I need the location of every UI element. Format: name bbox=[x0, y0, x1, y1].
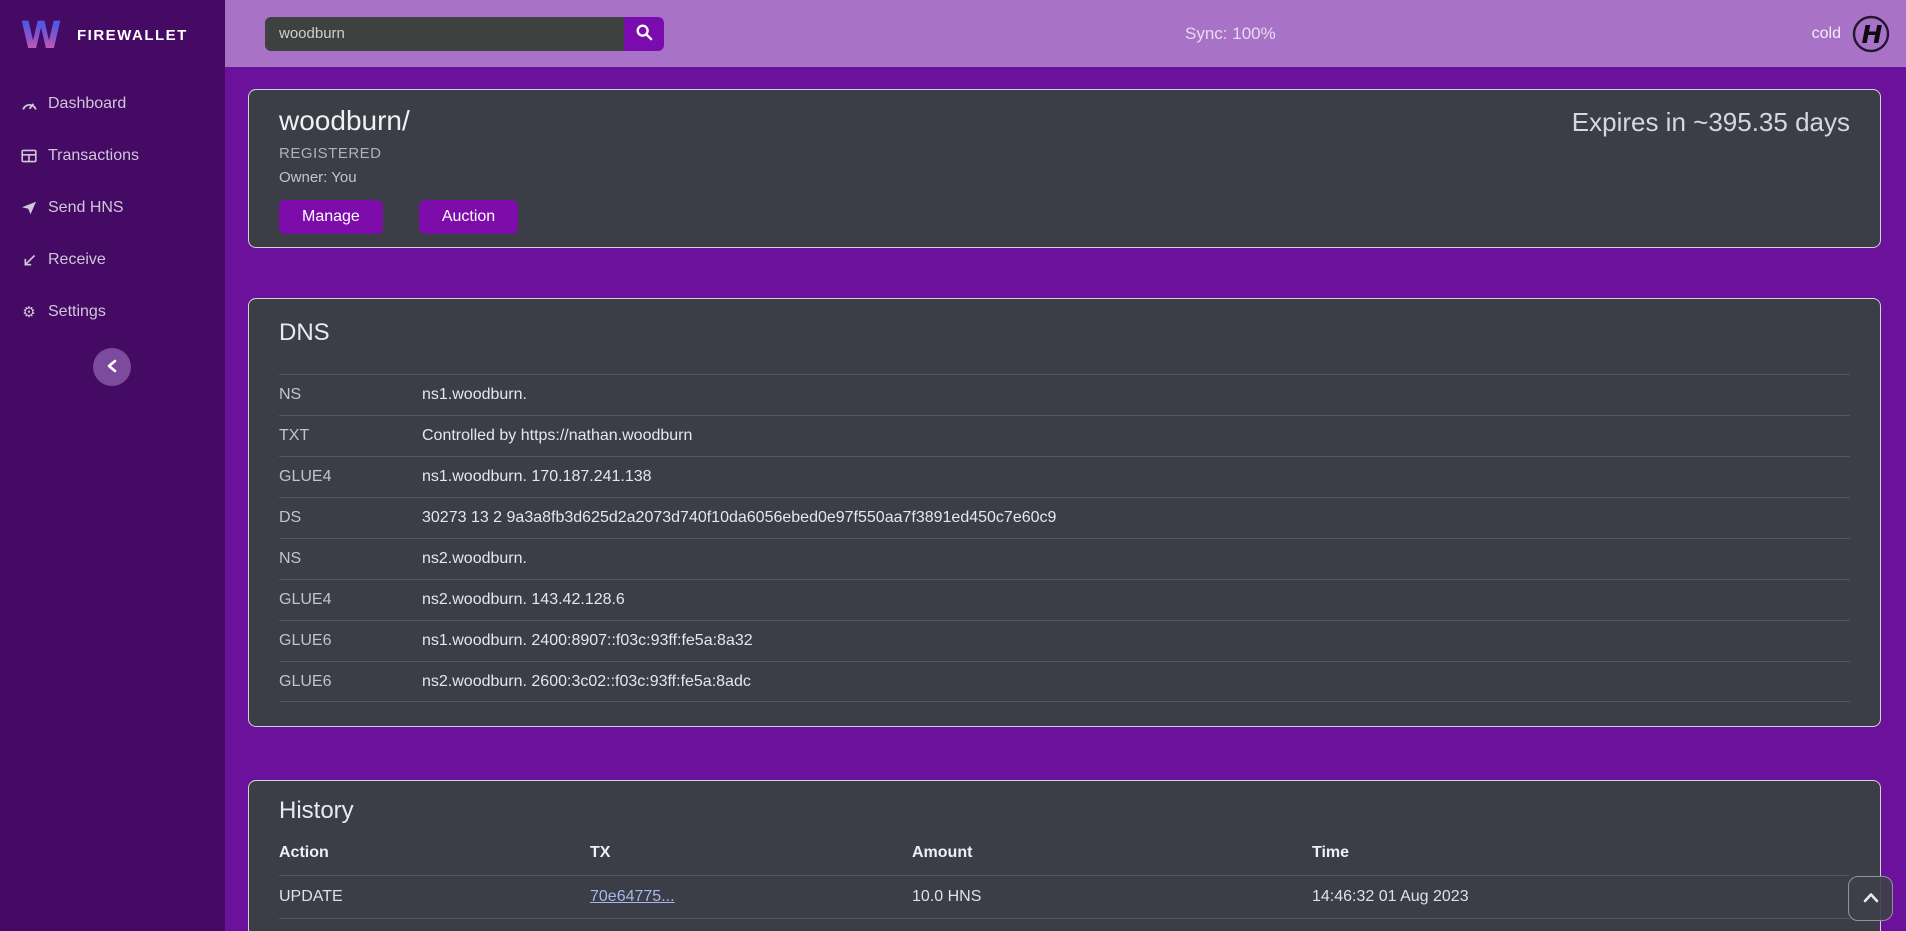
search-button[interactable] bbox=[624, 17, 664, 51]
dns-record-type: DS bbox=[279, 509, 422, 527]
sidebar-item-label: Send HNS bbox=[48, 199, 124, 217]
dns-record-value: 30273 13 2 9a3a8fb3d625d2a2073d740f10da6… bbox=[422, 509, 1056, 527]
sidebar-item-settings[interactable]: ⚙ Settings bbox=[0, 293, 225, 331]
domain-owner: Owner: You bbox=[279, 169, 1850, 186]
auction-button[interactable]: Auction bbox=[419, 200, 518, 234]
dns-record-row: TXT Controlled by https://nathan.woodbur… bbox=[279, 415, 1850, 456]
dns-record-type: TXT bbox=[279, 427, 422, 445]
firewallet-logo-icon: W bbox=[18, 13, 64, 58]
dns-record-value: ns1.woodburn. 170.187.241.138 bbox=[422, 468, 652, 486]
sidebar-item-send-hns[interactable]: Send HNS bbox=[0, 189, 225, 227]
history-row: UPDATE 70e64775... 10.0 HNS 14:46:32 01 … bbox=[279, 875, 1850, 918]
dns-table: NS ns1.woodburn. TXT Controlled by https… bbox=[279, 374, 1850, 702]
search-group bbox=[265, 17, 664, 51]
sidebar-collapse-button[interactable] bbox=[93, 348, 131, 386]
sidebar: W FIREWALLET Dashboard Transact bbox=[0, 0, 225, 931]
domain-status: REGISTERED bbox=[279, 145, 1850, 162]
dns-record-row: NS ns1.woodburn. bbox=[279, 374, 1850, 415]
sidebar-nav: Dashboard Transactions Send HNS bbox=[0, 85, 225, 331]
dns-record-type: NS bbox=[279, 386, 422, 404]
handshake-icon[interactable]: H bbox=[1852, 15, 1890, 53]
sync-status: Sync: 100% bbox=[1185, 24, 1276, 44]
sidebar-item-label: Transactions bbox=[48, 147, 139, 165]
gauge-icon bbox=[20, 95, 38, 113]
dns-title: DNS bbox=[279, 319, 1850, 347]
main-content: woodburn/ Expires in ~395.35 days REGIST… bbox=[225, 67, 1906, 931]
wallet-name: cold bbox=[1812, 25, 1841, 43]
gear-icon: ⚙ bbox=[20, 303, 38, 321]
chevron-up-icon bbox=[1863, 891, 1879, 906]
history-col-time: Time bbox=[1312, 844, 1850, 862]
scroll-to-top-button[interactable] bbox=[1848, 876, 1893, 921]
dns-record-value: ns1.woodburn. bbox=[422, 386, 527, 404]
dns-record-row: GLUE4 ns2.woodburn. 143.42.128.6 bbox=[279, 579, 1850, 620]
brand[interactable]: W FIREWALLET bbox=[0, 0, 225, 67]
wallet-group: cold H bbox=[1812, 15, 1890, 53]
search-input[interactable] bbox=[265, 17, 624, 51]
domain-expiry: Expires in ~395.35 days bbox=[1572, 107, 1850, 138]
history-col-tx: TX bbox=[590, 844, 912, 862]
manage-button[interactable]: Manage bbox=[279, 200, 383, 234]
dns-record-type: GLUE4 bbox=[279, 591, 422, 609]
dns-record-type: GLUE6 bbox=[279, 673, 422, 691]
history-card: History Action TX Amount Time UPDATE 70e… bbox=[248, 780, 1881, 931]
dns-card: DNS NS ns1.woodburn. TXT Controlled by h… bbox=[248, 298, 1881, 727]
sidebar-item-label: Receive bbox=[48, 251, 106, 269]
history-header-row: Action TX Amount Time bbox=[279, 831, 1850, 875]
history-row: RENEW 4fd0a915... 10.0 HNS 15:45:36 07 J… bbox=[279, 918, 1850, 931]
domain-name: woodburn/ bbox=[279, 105, 410, 137]
dns-record-value: ns2.woodburn. bbox=[422, 550, 527, 568]
paper-plane-icon bbox=[20, 199, 38, 217]
dns-record-row: GLUE6 ns2.woodburn. 2600:3c02::f03c:93ff… bbox=[279, 661, 1850, 702]
history-title: History bbox=[279, 797, 1850, 825]
sidebar-item-label: Dashboard bbox=[48, 95, 126, 113]
dns-record-value: ns1.woodburn. 2400:8907::f03c:93ff:fe5a:… bbox=[422, 632, 753, 650]
dns-record-type: GLUE4 bbox=[279, 468, 422, 486]
history-col-action: Action bbox=[279, 844, 590, 862]
svg-text:H: H bbox=[1862, 20, 1883, 49]
svg-text:W: W bbox=[21, 14, 62, 53]
chevron-left-icon bbox=[106, 359, 118, 376]
dns-record-row: DS 30273 13 2 9a3a8fb3d625d2a2073d740f10… bbox=[279, 497, 1850, 538]
search-icon bbox=[635, 23, 653, 44]
history-time: 14:46:32 01 Aug 2023 bbox=[1312, 888, 1850, 906]
dns-record-type: NS bbox=[279, 550, 422, 568]
sidebar-item-transactions[interactable]: Transactions bbox=[0, 137, 225, 175]
table-icon bbox=[20, 147, 38, 165]
arrow-down-left-icon bbox=[20, 251, 38, 269]
history-col-amount: Amount bbox=[912, 844, 1312, 862]
brand-name: FIREWALLET bbox=[77, 27, 188, 44]
domain-card: woodburn/ Expires in ~395.35 days REGIST… bbox=[248, 89, 1881, 248]
history-amount: 10.0 HNS bbox=[912, 888, 1312, 906]
topbar: Sync: 100% cold H bbox=[225, 0, 1906, 67]
dns-record-value: Controlled by https://nathan.woodburn bbox=[422, 427, 692, 445]
sidebar-item-receive[interactable]: Receive bbox=[0, 241, 225, 279]
sidebar-item-dashboard[interactable]: Dashboard bbox=[0, 85, 225, 123]
dns-record-row: GLUE4 ns1.woodburn. 170.187.241.138 bbox=[279, 456, 1850, 497]
sidebar-item-label: Settings bbox=[48, 303, 106, 321]
dns-record-value: ns2.woodburn. 2600:3c02::f03c:93ff:fe5a:… bbox=[422, 673, 751, 691]
dns-record-row: GLUE6 ns1.woodburn. 2400:8907::f03c:93ff… bbox=[279, 620, 1850, 661]
dns-record-type: GLUE6 bbox=[279, 632, 422, 650]
dns-record-row: NS ns2.woodburn. bbox=[279, 538, 1850, 579]
dns-record-value: ns2.woodburn. 143.42.128.6 bbox=[422, 591, 625, 609]
tx-link[interactable]: 70e64775... bbox=[590, 888, 675, 905]
history-action: UPDATE bbox=[279, 888, 590, 906]
